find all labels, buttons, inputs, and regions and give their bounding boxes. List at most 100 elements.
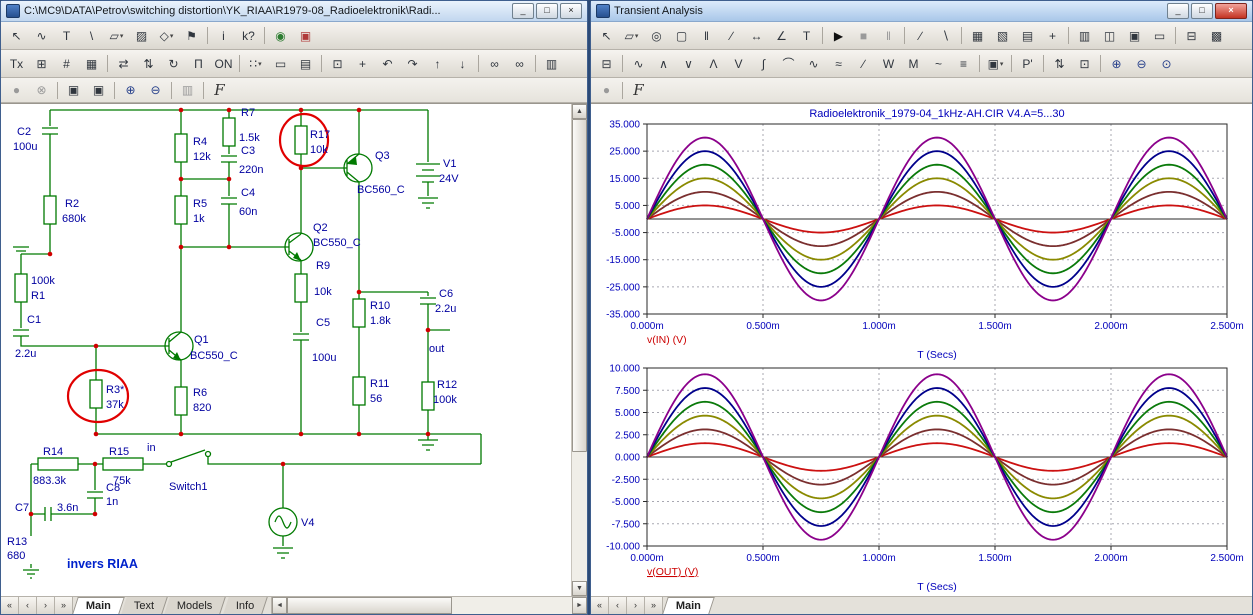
select-tool[interactable]: ↖ xyxy=(595,25,619,47)
vertical-scroll-track[interactable] xyxy=(572,119,587,581)
zoom-in-button[interactable]: ⊕ xyxy=(119,79,143,101)
scale-mode[interactable]: ▢ xyxy=(670,25,694,47)
copy-page[interactable]: ▣ xyxy=(87,79,111,101)
link-button[interactable]: ◉ xyxy=(269,25,293,47)
prev-page-button[interactable]: ‹ xyxy=(19,597,37,614)
cursor-next[interactable]: ∿ xyxy=(627,53,651,75)
bring-front[interactable]: ↑ xyxy=(426,53,450,75)
cursor-mode[interactable]: ‖ xyxy=(695,25,719,47)
close-file-button[interactable]: ⊗ xyxy=(30,79,54,101)
data-points-toggle[interactable]: ▦ xyxy=(966,25,990,47)
plus-mark-toggle[interactable]: + xyxy=(1041,25,1065,47)
border-toggle[interactable]: ▭ xyxy=(269,53,293,75)
horizontal-tag[interactable]: ↔ xyxy=(745,25,769,47)
spectrum-button[interactable]: ~ xyxy=(927,53,951,75)
wire-mode[interactable]: ∿ xyxy=(30,25,54,47)
envelope-top-button[interactable]: W xyxy=(877,53,901,75)
cursor-left-branch[interactable]: ∕ xyxy=(909,25,933,47)
send-back[interactable]: ↓ xyxy=(451,53,475,75)
scroll-up-button[interactable]: ▲ xyxy=(572,104,587,119)
first-page-button[interactable]: « xyxy=(1,597,19,614)
zoom-out-button[interactable]: ⊖ xyxy=(1130,53,1154,75)
minor-log-grids[interactable]: ▣ xyxy=(1123,25,1147,47)
zoom-region[interactable]: ⊡ xyxy=(326,53,350,75)
function-source-button[interactable]: F xyxy=(627,79,651,101)
flip-horizontal[interactable]: ⇄ xyxy=(112,53,136,75)
grid-pattern[interactable]: ▦ xyxy=(80,53,104,75)
p-prime-button[interactable]: P' xyxy=(1016,53,1040,75)
overlay-button[interactable]: ≡ xyxy=(952,53,976,75)
high-button[interactable]: Λ xyxy=(702,53,726,75)
round-button[interactable]: ⌒ xyxy=(777,53,801,75)
vertical-scrollbar[interactable]: ▲ ▼ xyxy=(571,104,587,596)
zoom-auto-button[interactable]: ⊙ xyxy=(1155,53,1179,75)
tab-main[interactable]: Main xyxy=(662,597,715,614)
find-button[interactable]: ∞ xyxy=(483,53,507,75)
tab-text[interactable]: Text xyxy=(121,597,168,614)
help-mode[interactable]: k? xyxy=(237,25,261,47)
slope-button[interactable]: ∕ xyxy=(852,53,876,75)
node-numbers[interactable]: # xyxy=(55,53,79,75)
tokens-toggle[interactable]: ▧ xyxy=(991,25,1015,47)
run-button[interactable]: ▶ xyxy=(827,25,851,47)
image-button[interactable]: ▣ xyxy=(294,25,318,47)
vertical-scroll-thumb[interactable] xyxy=(572,119,587,452)
close-button[interactable]: × xyxy=(560,3,582,19)
last-page-button[interactable]: » xyxy=(55,597,73,614)
baseline-toggle[interactable]: ▭ xyxy=(1148,25,1172,47)
envelope-bottom-button[interactable]: M xyxy=(902,53,926,75)
frames-button[interactable]: ▥ xyxy=(176,79,200,101)
schematic-canvas[interactable]: C2 100u R2 680k 100k R1 C1 2.2u R3* 37k … xyxy=(1,104,558,582)
schematic-area[interactable]: C2 100u R2 680k 100k R1 C1 2.2u R3* 37k … xyxy=(1,103,587,596)
component-picker-dropdown-arrow[interactable]: ▾ xyxy=(170,32,174,40)
schematic-titlebar[interactable]: C:\MC9\DATA\Petrov\switching distortion\… xyxy=(1,1,587,22)
waveform-plot-vin[interactable]: 35.00025.00015.0005.000-5.000-15.000-25.… xyxy=(591,104,1248,360)
analysis-titlebar[interactable]: Transient Analysis _ □ × xyxy=(591,1,1252,22)
minimize-button[interactable]: _ xyxy=(1167,3,1189,19)
select-tool[interactable]: ↖ xyxy=(5,25,29,47)
scale-lock-button[interactable]: ⊡ xyxy=(1073,53,1097,75)
waveform-plot-vout[interactable]: 10.0007.5005.0002.5000.000-2.500-5.000-7… xyxy=(591,360,1248,592)
line-mode[interactable]: \ xyxy=(80,25,104,47)
wave-left-button[interactable]: ∿ xyxy=(802,53,826,75)
analysis-plot-area[interactable]: 35.00025.00015.0005.000-5.000-15.000-25.… xyxy=(591,103,1252,596)
limits-button[interactable]: ⊟ xyxy=(595,53,619,75)
tab-info[interactable]: Info xyxy=(223,597,268,614)
minimize-button[interactable]: _ xyxy=(512,3,534,19)
toggle-on[interactable]: ON xyxy=(212,53,236,75)
properties-dropdown-dropdown-arrow[interactable]: ▾ xyxy=(1000,60,1004,68)
scroll-left-button[interactable]: ◄ xyxy=(272,597,287,614)
last-page-button[interactable]: » xyxy=(645,597,663,614)
grid-dots-dropdown-arrow[interactable]: ▾ xyxy=(258,60,262,68)
horizontal-axis-grids[interactable]: ▥ xyxy=(1073,25,1097,47)
prev-page-button[interactable]: ‹ xyxy=(609,597,627,614)
properties-dropdown[interactable]: ▣▾ xyxy=(984,53,1008,75)
info-ball[interactable]: ● xyxy=(5,79,29,101)
title-block[interactable]: ▤ xyxy=(294,53,318,75)
low-button[interactable]: V xyxy=(727,53,751,75)
zoom-in-button[interactable]: ⊕ xyxy=(1105,53,1129,75)
text-attributes[interactable]: Tx xyxy=(5,53,29,75)
tab-main[interactable]: Main xyxy=(72,597,125,614)
inflection-button[interactable]: ∫ xyxy=(752,53,776,75)
point-tag[interactable]: ∕ xyxy=(720,25,744,47)
pan-tool[interactable]: + xyxy=(351,53,375,75)
vertical-axis-grids[interactable]: ◫ xyxy=(1098,25,1122,47)
flag-mode[interactable]: ⚑ xyxy=(180,25,204,47)
redo-button[interactable]: ↷ xyxy=(401,53,425,75)
text-mode[interactable]: T xyxy=(55,25,79,47)
flip-vertical[interactable]: ⇅ xyxy=(137,53,161,75)
find-next-button[interactable]: ∞ xyxy=(508,53,532,75)
maximize-button[interactable]: □ xyxy=(1191,3,1213,19)
next-page-button[interactable]: › xyxy=(627,597,645,614)
scope-probe[interactable]: ◎ xyxy=(645,25,669,47)
ruler-toggle[interactable]: ▤ xyxy=(1016,25,1040,47)
peak-button[interactable]: ∧ xyxy=(652,53,676,75)
wave-right-button[interactable]: ≈ xyxy=(827,53,851,75)
rotate-part[interactable]: ↻ xyxy=(162,53,186,75)
scroll-down-button[interactable]: ▼ xyxy=(572,581,587,596)
grid-dots[interactable]: ∷▾ xyxy=(244,53,268,75)
maximize-button[interactable]: □ xyxy=(536,3,558,19)
properties-button[interactable]: ▩ xyxy=(1205,25,1229,47)
pause-button[interactable]: ‖ xyxy=(877,25,901,47)
